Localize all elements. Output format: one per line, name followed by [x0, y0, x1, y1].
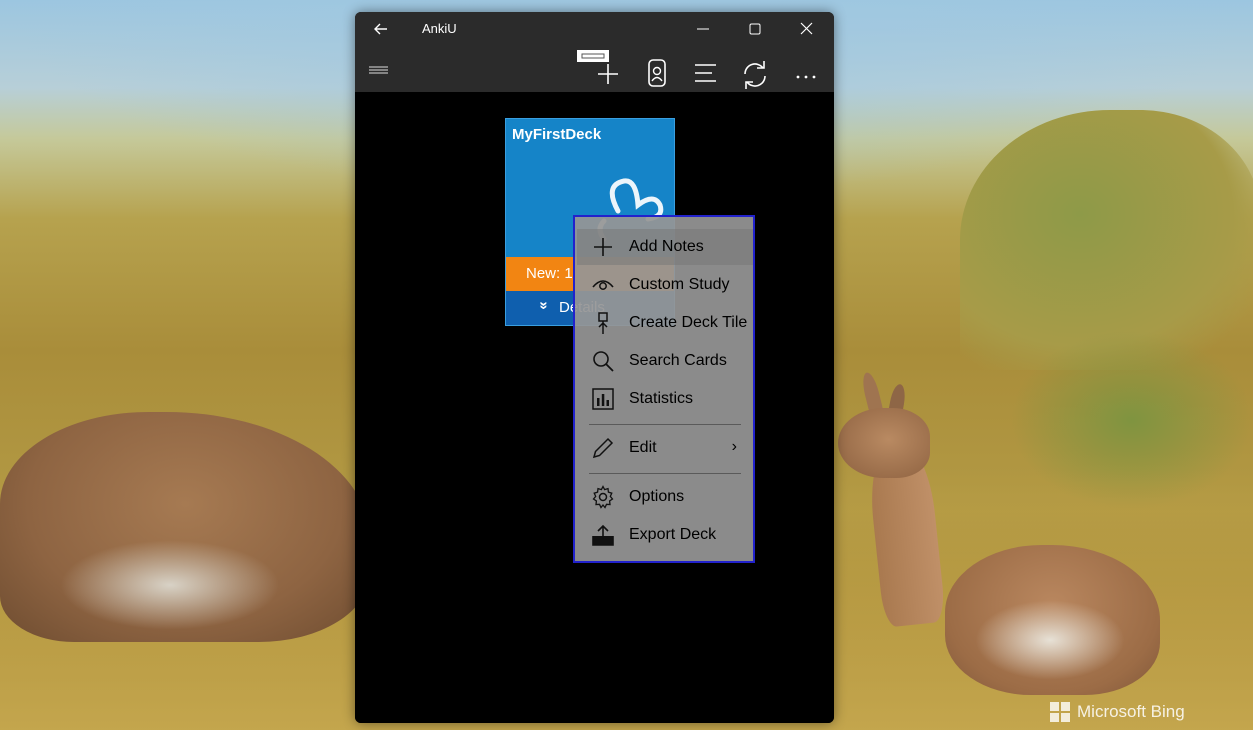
- more-options-button[interactable]: [787, 48, 827, 90]
- maximize-icon: [749, 23, 761, 35]
- back-icon: [374, 23, 387, 35]
- menu-item-label: Export Deck: [629, 526, 717, 543]
- menu-separator: [589, 424, 741, 425]
- hamburger-menu-button[interactable]: [358, 48, 398, 90]
- sync-button[interactable]: [735, 48, 775, 90]
- list-icon: [695, 64, 716, 82]
- search-icon: [593, 351, 614, 372]
- pencil-icon: [592, 437, 614, 459]
- deck-new-count: New: 1: [526, 265, 573, 282]
- menu-item-label: Create Deck Tile: [629, 314, 748, 331]
- menu-item-statistics[interactable]: Statistics: [577, 381, 753, 417]
- chevron-right-icon: ›: [731, 438, 737, 455]
- menu-item-custom-study[interactable]: Custom Study: [577, 267, 753, 303]
- menu-item-label: Options: [629, 488, 685, 505]
- image-note-button[interactable]: [638, 48, 678, 90]
- deck-name: MyFirstDeck: [512, 126, 602, 143]
- deck-context-menu: Add Notes Custom Study Create Deck Tile …: [573, 215, 755, 563]
- maximize-button[interactable]: [735, 16, 775, 42]
- plus-icon: [594, 238, 612, 256]
- sync-icon: [744, 61, 766, 89]
- menu-item-options[interactable]: Options: [577, 479, 753, 515]
- title-bar: AnkiU: [355, 12, 834, 46]
- menu-item-label: Statistics: [629, 390, 694, 407]
- close-icon: [800, 22, 813, 35]
- toolbar: [355, 46, 834, 92]
- minimize-icon: [697, 28, 709, 30]
- bing-logo-icon: [1050, 702, 1070, 722]
- menu-item-add-notes[interactable]: Add Notes: [577, 229, 753, 265]
- minimize-button[interactable]: [683, 16, 723, 42]
- more-icon: [796, 75, 816, 79]
- add-note-icon: [577, 50, 618, 84]
- menu-item-create-deck-tile[interactable]: Create Deck Tile: [577, 305, 753, 341]
- menu-item-label: Edit: [629, 439, 657, 456]
- guanaco-right-head: [838, 408, 930, 478]
- bing-watermark: Microsoft Bing: [1050, 702, 1185, 722]
- eye-icon: [592, 280, 614, 290]
- statistics-icon: [592, 388, 614, 410]
- chevron-down-double-icon: »: [535, 301, 553, 310]
- bing-watermark-text: Microsoft Bing: [1077, 702, 1185, 721]
- menu-item-label: Custom Study: [629, 276, 730, 293]
- window-title: AnkiU: [422, 21, 457, 36]
- menu-item-edit[interactable]: Edit ›: [577, 430, 753, 466]
- hamburger-icon: [369, 66, 388, 74]
- add-note-button[interactable]: [574, 48, 622, 90]
- menu-separator: [589, 473, 741, 474]
- menu-item-export-deck[interactable]: Export Deck: [577, 517, 753, 553]
- deck-list-button[interactable]: [686, 48, 726, 90]
- pin-icon: [598, 312, 608, 334]
- image-note-icon: [648, 59, 666, 87]
- back-button[interactable]: [367, 18, 395, 40]
- export-icon: [592, 524, 614, 546]
- gear-icon: [592, 485, 614, 509]
- guanaco-right-belly: [975, 600, 1125, 680]
- menu-item-label: Add Notes: [629, 238, 704, 255]
- guanaco-left-belly: [60, 540, 280, 630]
- menu-item-search-cards[interactable]: Search Cards: [577, 343, 753, 379]
- menu-item-label: Search Cards: [629, 352, 727, 369]
- close-button[interactable]: [786, 16, 826, 42]
